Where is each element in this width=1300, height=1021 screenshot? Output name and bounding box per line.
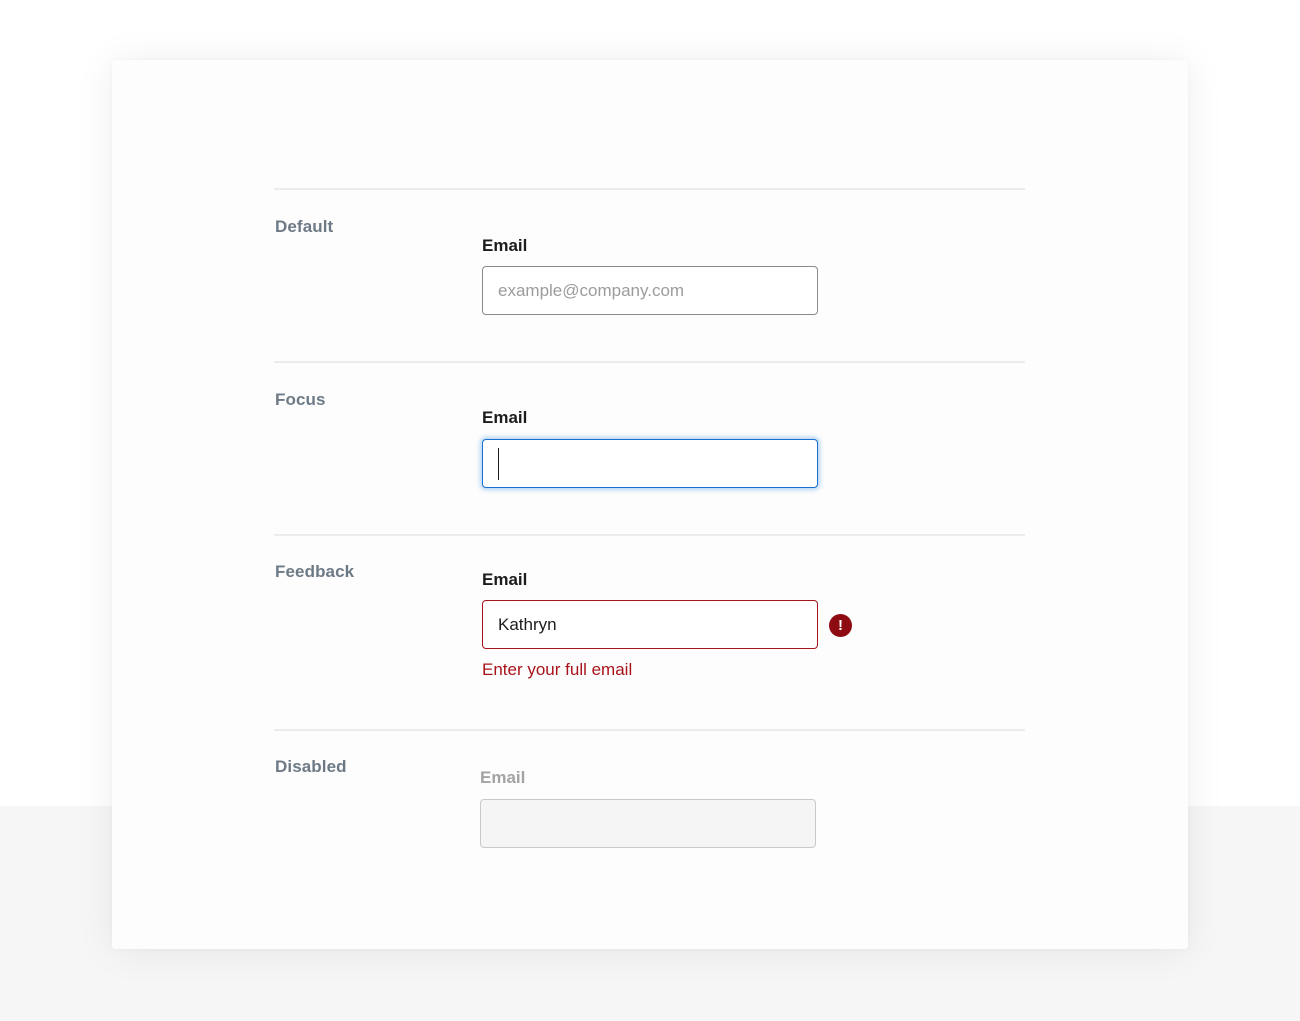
section-divider xyxy=(274,361,1025,363)
section-divider xyxy=(274,729,1025,731)
email-field-label-feedback: Email xyxy=(482,570,528,589)
error-message: Enter your full email xyxy=(482,660,633,679)
input-states-card: Default Email Focus Email Feedback Email… xyxy=(112,60,1188,949)
email-field-label-default: Email xyxy=(482,236,528,255)
email-input-focus[interactable] xyxy=(482,439,818,488)
state-label-default: Default xyxy=(275,217,334,236)
email-field-label-disabled: Email xyxy=(480,768,526,787)
email-input-default[interactable] xyxy=(482,266,818,315)
email-input-disabled xyxy=(480,799,816,848)
exclamation-circle-icon: ! xyxy=(829,614,852,637)
section-divider xyxy=(274,188,1025,190)
text-cursor xyxy=(498,448,499,480)
state-label-focus: Focus xyxy=(275,390,326,409)
state-label-disabled: Disabled xyxy=(275,757,347,776)
section-divider xyxy=(274,534,1025,536)
email-input-error[interactable] xyxy=(482,600,818,649)
state-label-feedback: Feedback xyxy=(275,562,355,581)
email-field-label-focus: Email xyxy=(482,408,528,427)
